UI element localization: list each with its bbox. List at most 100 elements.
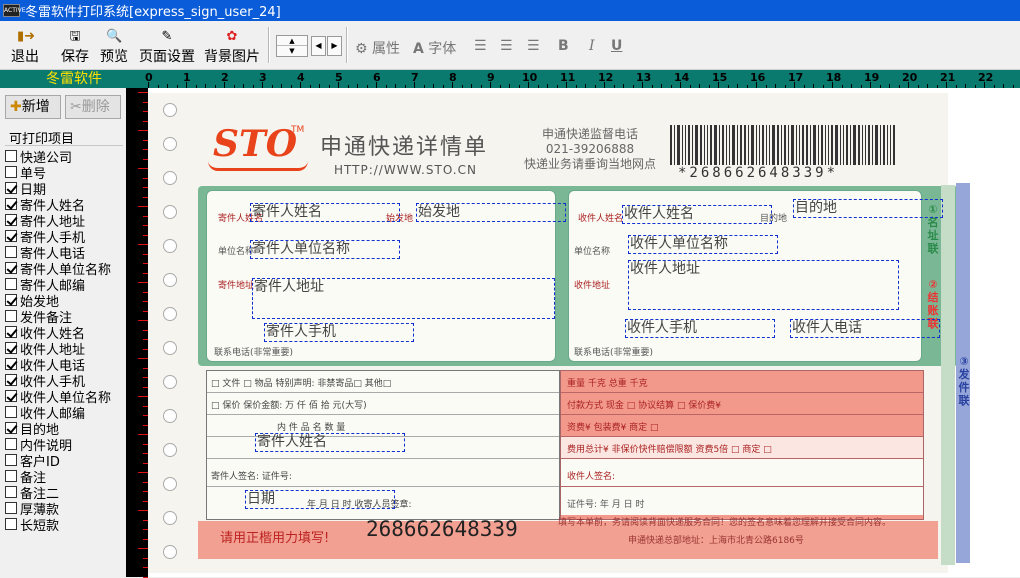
ruler-label: 0 — [145, 71, 153, 84]
exit-icon: ▮➜ — [17, 29, 36, 44]
field-content-sender-name[interactable]: 寄件人姓名 — [255, 433, 405, 452]
field-origin[interactable]: 始发地 — [416, 203, 566, 222]
doc-type-row: □ 文件 □ 物品 特别声明: 非禁寄品□ 其他□ — [207, 371, 559, 393]
item-checkbox[interactable] — [5, 422, 17, 434]
spin-up-icon[interactable]: ▲ — [277, 36, 307, 46]
field-destination[interactable]: 目的地 — [793, 199, 943, 218]
size-spinner[interactable]: ▲ ▼ — [276, 35, 308, 57]
item-checkbox[interactable] — [5, 342, 17, 354]
brand-label: 冬雷软件 — [0, 70, 148, 88]
field-sender-unit[interactable]: 寄件人单位名称 — [250, 240, 400, 259]
item-checkbox[interactable] — [5, 230, 17, 242]
ruler-label: 22 — [978, 71, 994, 84]
sender-unit-label: 单位名称 — [218, 247, 255, 257]
field-receiver-mobile[interactable]: 收件人手机 — [625, 319, 775, 338]
save-button[interactable]: 🖫 保存 — [58, 29, 92, 65]
field-sender-address[interactable]: 寄件人地址 — [252, 278, 555, 319]
item-checkbox[interactable] — [5, 278, 17, 290]
font-label: 字体 — [428, 41, 457, 57]
printable-items-list: 快递公司 单号 日期 寄件人姓名 寄件人地址 寄件人手机 寄件人电话 寄件人单位名称 寄件人邮编… — [5, 145, 123, 534]
bold-button[interactable]: B — [558, 38, 569, 54]
page-setup-icon: ✎ — [161, 29, 173, 44]
ruler-tick — [138, 168, 148, 169]
design-canvas[interactable]: STO TM 申通快递详情单 HTTP://WWW.STO.CN 申通快递监督电… — [148, 88, 1020, 577]
move-right-button[interactable]: ▶ — [327, 36, 342, 56]
field-receiver-tel[interactable]: 收件人电话 — [790, 319, 940, 338]
item-checkbox[interactable] — [5, 182, 17, 194]
ruler-label: 3 — [259, 71, 267, 84]
gear-icon: ⚙ — [355, 41, 368, 57]
app-icon: ACTIVE — [3, 4, 26, 17]
window-title: 冬雷软件打印系统[express_sign_user_24] — [25, 5, 281, 20]
ruler-label: 18 — [826, 71, 842, 84]
item-checkbox[interactable] — [5, 310, 17, 322]
item-checkbox[interactable] — [5, 518, 17, 530]
field-sender-name[interactable]: 寄件人姓名 — [250, 203, 400, 222]
field-receiver-unit[interactable]: 收件人单位名称 — [628, 235, 778, 254]
field-sender-mobile[interactable]: 寄件人手机 — [264, 323, 414, 342]
sender-tel-label: 联系电话(非常重要) — [214, 348, 294, 358]
spin-down-icon[interactable]: ▼ — [277, 46, 307, 56]
sto-trademark: TM — [291, 125, 305, 135]
printable-item[interactable]: 长短款 — [5, 516, 123, 534]
save-label: 保存 — [61, 49, 89, 65]
move-left-button[interactable]: ◀ — [311, 36, 326, 56]
fee-row: 资费¥ 包装费¥ 商定 □ — [561, 415, 923, 437]
field-date[interactable]: 日期 — [245, 490, 395, 509]
item-checkbox[interactable] — [5, 214, 17, 226]
item-checkbox[interactable] — [5, 166, 17, 178]
align-center-icon[interactable]: ☰ — [500, 38, 513, 54]
exit-button[interactable]: ▮➜ 退出 — [8, 29, 42, 65]
field-receiver-address[interactable]: 收件人地址 — [628, 260, 899, 310]
ruler-tick — [138, 320, 148, 321]
footer-note: 填写本单前，务请阅读背面快递服务合同！您的签名意味着您理解并接受合同内容。 — [558, 518, 892, 528]
item-checkbox[interactable] — [5, 454, 17, 466]
ruler-label: 10 — [522, 71, 538, 84]
background-image-label: 背景图片 — [204, 49, 260, 65]
insure-row: □ 保价 保价金额: 万 仟 佰 拾 元(大写) — [207, 393, 559, 415]
item-checkbox[interactable] — [5, 150, 17, 162]
item-checkbox[interactable] — [5, 326, 17, 338]
italic-button[interactable]: I — [589, 38, 595, 54]
item-checkbox[interactable] — [5, 246, 17, 258]
item-checkbox[interactable] — [5, 358, 17, 370]
attribute-button[interactable]: ⚙ 属性 — [355, 38, 400, 58]
item-checkbox[interactable] — [5, 262, 17, 274]
ruler-label: 4 — [297, 71, 305, 84]
page-setup-button[interactable]: ✎ 页面设置 — [136, 29, 198, 65]
ruler-tick — [138, 510, 148, 511]
align-left-icon[interactable]: ☰ — [474, 38, 487, 54]
ruler-label: 14 — [674, 71, 690, 84]
left-perforation — [160, 103, 180, 573]
hotline-number: 021-39206888 — [545, 142, 635, 156]
font-button[interactable]: A 字体 — [413, 38, 456, 58]
ruler-label: 7 — [411, 71, 419, 84]
toolbar: ▮➜ 退出 🖫 保存 🔍 预览 ✎ 页面设置 ✿ 背景图片 ▲ ▼ ◀ ▶ ⚙ … — [0, 21, 1020, 70]
sto-swoosh — [208, 161, 308, 171]
item-checkbox[interactable] — [5, 486, 17, 498]
background-image-button[interactable]: ✿ 背景图片 — [202, 29, 262, 65]
item-checkbox[interactable] — [5, 470, 17, 482]
ruler-label: 9 — [487, 71, 495, 84]
copy-label-3: ③发件联 — [958, 355, 970, 407]
delete-button[interactable]: ✂删除 — [65, 95, 121, 119]
add-label: 新增 — [21, 99, 50, 115]
align-right-icon[interactable]: ☰ — [527, 38, 540, 54]
payment-row: 付款方式 现金 □ 协议结算 □ 保价费¥ — [561, 393, 923, 415]
preview-button[interactable]: 🔍 预览 — [97, 29, 131, 65]
item-checkbox[interactable] — [5, 502, 17, 514]
receiver-date-row: 证件号: 年 月 日 时 — [561, 487, 923, 515]
item-checkbox[interactable] — [5, 438, 17, 450]
item-checkbox[interactable] — [5, 406, 17, 418]
preview-label: 预览 — [100, 49, 128, 65]
left-panel: ✚新增 ✂删除 可打印项目 快递公司 单号 日期 寄件人姓名 寄件人地址 寄件人手机 寄件人… — [0, 88, 126, 548]
fee-table: 重量 千克 总重 千克 付款方式 现金 □ 协议结算 □ 保价费¥ 资费¥ 包装… — [560, 370, 924, 520]
item-checkbox[interactable] — [5, 198, 17, 210]
item-checkbox[interactable] — [5, 294, 17, 306]
item-checkbox[interactable] — [5, 374, 17, 386]
add-button[interactable]: ✚新增 — [5, 95, 61, 119]
save-icon: 🖫 — [69, 29, 81, 44]
underline-button[interactable]: U — [611, 38, 622, 54]
field-receiver-name[interactable]: 收件人姓名 — [622, 205, 772, 224]
item-checkbox[interactable] — [5, 390, 17, 402]
